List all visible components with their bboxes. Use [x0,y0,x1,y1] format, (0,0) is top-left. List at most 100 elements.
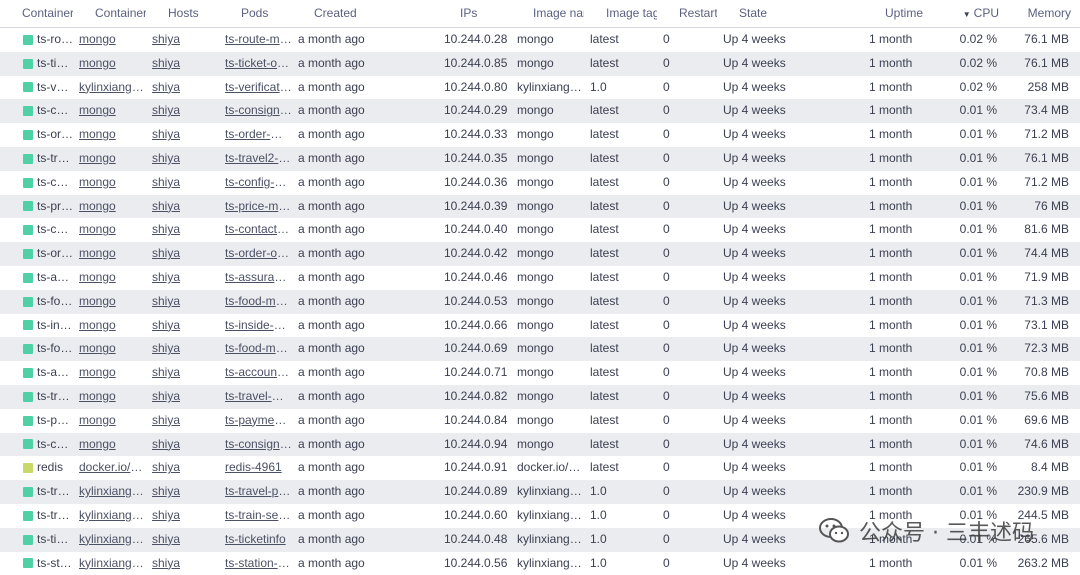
cell-containers-by[interactable]: kylinxiang/ts-ticketinfo [73,528,146,552]
column-header-containers[interactable]: Containers [0,0,73,27]
cell-containers-by[interactable]: mongo [73,409,146,433]
cell-host[interactable]: shiya [146,123,219,147]
cell-container-name[interactable]: ts-station-service [0,552,73,575]
cell-host[interactable]: shiya [146,52,219,76]
cell-containers-by[interactable]: mongo [73,337,146,361]
column-header-state[interactable]: State [717,0,863,27]
cell-host[interactable]: shiya [146,195,219,219]
cell-pod[interactable]: ts-ticket-office-mongo [219,52,292,76]
cell-pod[interactable]: ts-station-service [219,552,292,575]
cell-host[interactable]: shiya [146,28,219,52]
cell-pod[interactable]: ts-consign-price-mongo [219,433,292,457]
table-row[interactable]: ts-train-servicekylinxiang/ts-trainshiya… [0,504,1080,528]
cell-host[interactable]: shiya [146,409,219,433]
cell-pod[interactable]: ts-route-mongo [219,28,292,52]
cell-container-name[interactable]: ts-verification-code [0,76,73,100]
cell-pod[interactable]: redis-4961 [219,456,292,480]
cell-containers-by[interactable]: mongo [73,195,146,219]
column-header-hosts[interactable]: Hosts [146,0,219,27]
cell-host[interactable]: shiya [146,456,219,480]
cell-host[interactable]: shiya [146,171,219,195]
table-row[interactable]: ts-travel2-mongomongoshiyats-travel2-mon… [0,146,1080,171]
cell-container-name[interactable]: ts-price-mongo [0,195,73,219]
cell-pod[interactable]: ts-price-mongo [219,195,292,219]
cell-pod[interactable]: ts-order-mongo [219,123,292,147]
cell-container-name[interactable]: ts-payment-mongo [0,409,73,433]
cell-pod[interactable]: ts-verification-code [219,76,292,100]
table-row[interactable]: ts-route-mongomongoshiyats-route-mongoa … [0,28,1080,52]
column-header-ips[interactable]: IPs [438,0,511,27]
cell-host[interactable]: shiya [146,385,219,409]
cell-container-name[interactable]: ts-travel-plan [0,480,73,504]
cell-containers-by[interactable]: mongo [73,218,146,242]
table-row[interactable]: ts-station-servicekylinxiang/ts-stations… [0,552,1080,575]
column-header-memory[interactable]: Memory [1003,0,1075,27]
table-row[interactable]: ts-config-mongomongoshiyats-config-mongo… [0,171,1080,195]
table-row[interactable]: ts-food-mongomongoshiyats-food-mongoa mo… [0,289,1080,314]
cell-container-name[interactable]: ts-consign-mongo [0,99,73,123]
cell-container-name[interactable]: ts-contacts-mongo [0,218,73,242]
cell-host[interactable]: shiya [146,242,219,266]
cell-container-name[interactable]: ts-ticketinfo [0,528,73,552]
column-header-uptime[interactable]: Uptime [863,0,941,27]
cell-containers-by[interactable]: kylinxiang/ts-travel-plan [73,480,146,504]
cell-host[interactable]: shiya [146,314,219,338]
table-row[interactable]: ts-ticketinfokylinxiang/ts-ticketinfoshi… [0,527,1080,552]
table-row[interactable]: ts-order-other-mongomongoshiyats-order-o… [0,242,1080,266]
cell-pod[interactable]: ts-food-mongo [219,290,292,314]
cell-containers-by[interactable]: mongo [73,99,146,123]
cell-host[interactable]: shiya [146,218,219,242]
cell-container-name[interactable]: ts-account-mongo [0,361,73,385]
cell-containers-by[interactable]: mongo [73,266,146,290]
cell-pod[interactable]: ts-payment-mongo [219,409,292,433]
cell-host[interactable]: shiya [146,528,219,552]
cell-container-name[interactable]: ts-inside-payment-mongo [0,314,73,338]
cell-container-name[interactable]: ts-food-map-mongo [0,337,73,361]
cell-containers-by[interactable]: mongo [73,171,146,195]
cell-containers-by[interactable]: mongo [73,242,146,266]
cell-host[interactable]: shiya [146,480,219,504]
cell-container-name[interactable]: ts-train-service [0,504,73,528]
cell-pod[interactable]: ts-consign-mongo [219,99,292,123]
cell-containers-by[interactable]: mongo [73,123,146,147]
cell-host[interactable]: shiya [146,76,219,100]
cell-host[interactable]: shiya [146,290,219,314]
column-header-cpu[interactable]: ▼ CPU [941,0,1003,27]
cell-container-name[interactable]: ts-order-other-mongo [0,242,73,266]
cell-containers-by[interactable]: kylinxiang/ts-train [73,504,146,528]
cell-pod[interactable]: ts-travel2-mongo [219,147,292,171]
cell-pod[interactable]: ts-contacts-mongo [219,218,292,242]
table-row[interactable]: ts-order-mongomongoshiyats-order-mongoa … [0,123,1080,147]
cell-container-name[interactable]: ts-consign-price-mongo [0,433,73,457]
cell-host[interactable]: shiya [146,266,219,290]
cell-container-name[interactable]: ts-food-mongo [0,290,73,314]
table-row[interactable]: redisdocker.io/redisshiyaredis-4961a mon… [0,456,1080,480]
column-header-pods[interactable]: Pods [219,0,292,27]
table-row[interactable]: ts-travel-plankylinxiang/ts-travel-plans… [0,480,1080,504]
cell-container-name[interactable]: ts-travel-mongo [0,385,73,409]
cell-container-name[interactable]: ts-config-mongo [0,171,73,195]
table-row[interactable]: ts-travel-mongomongoshiyats-travel-mongo… [0,384,1080,409]
table-row[interactable]: ts-payment-mongomongoshiyats-payment-mon… [0,409,1080,433]
column-header-containers-by[interactable]: Containers by [73,0,146,27]
table-row[interactable]: ts-assurance-mongomongoshiyats-assurance… [0,266,1080,290]
cell-pod[interactable]: ts-assurance-mongo [219,266,292,290]
table-row[interactable]: ts-account-mongomongoshiyats-account-mon… [0,361,1080,385]
cell-host[interactable]: shiya [146,361,219,385]
cell-containers-by[interactable]: mongo [73,385,146,409]
column-header-image-name[interactable]: Image name [511,0,584,27]
cell-host[interactable]: shiya [146,552,219,575]
cell-containers-by[interactable]: mongo [73,147,146,171]
cell-pod[interactable]: ts-account-mongo [219,361,292,385]
table-row[interactable]: ts-consign-mongomongoshiyats-consign-mon… [0,99,1080,124]
cell-host[interactable]: shiya [146,337,219,361]
cell-container-name[interactable]: ts-order-mongo [0,123,73,147]
cell-pod[interactable]: ts-travel-mongo [219,385,292,409]
cell-container-name[interactable]: ts-travel2-mongo [0,147,73,171]
cell-pod[interactable]: ts-travel-plan [219,480,292,504]
cell-pod[interactable]: ts-order-other-mongo [219,242,292,266]
cell-host[interactable]: shiya [146,504,219,528]
cell-containers-by[interactable]: kylinxiang/ts-station [73,552,146,575]
cell-pod[interactable]: ts-inside-payment-mongo [219,314,292,338]
table-row[interactable]: ts-contacts-mongomongoshiyats-contacts-m… [0,218,1080,242]
